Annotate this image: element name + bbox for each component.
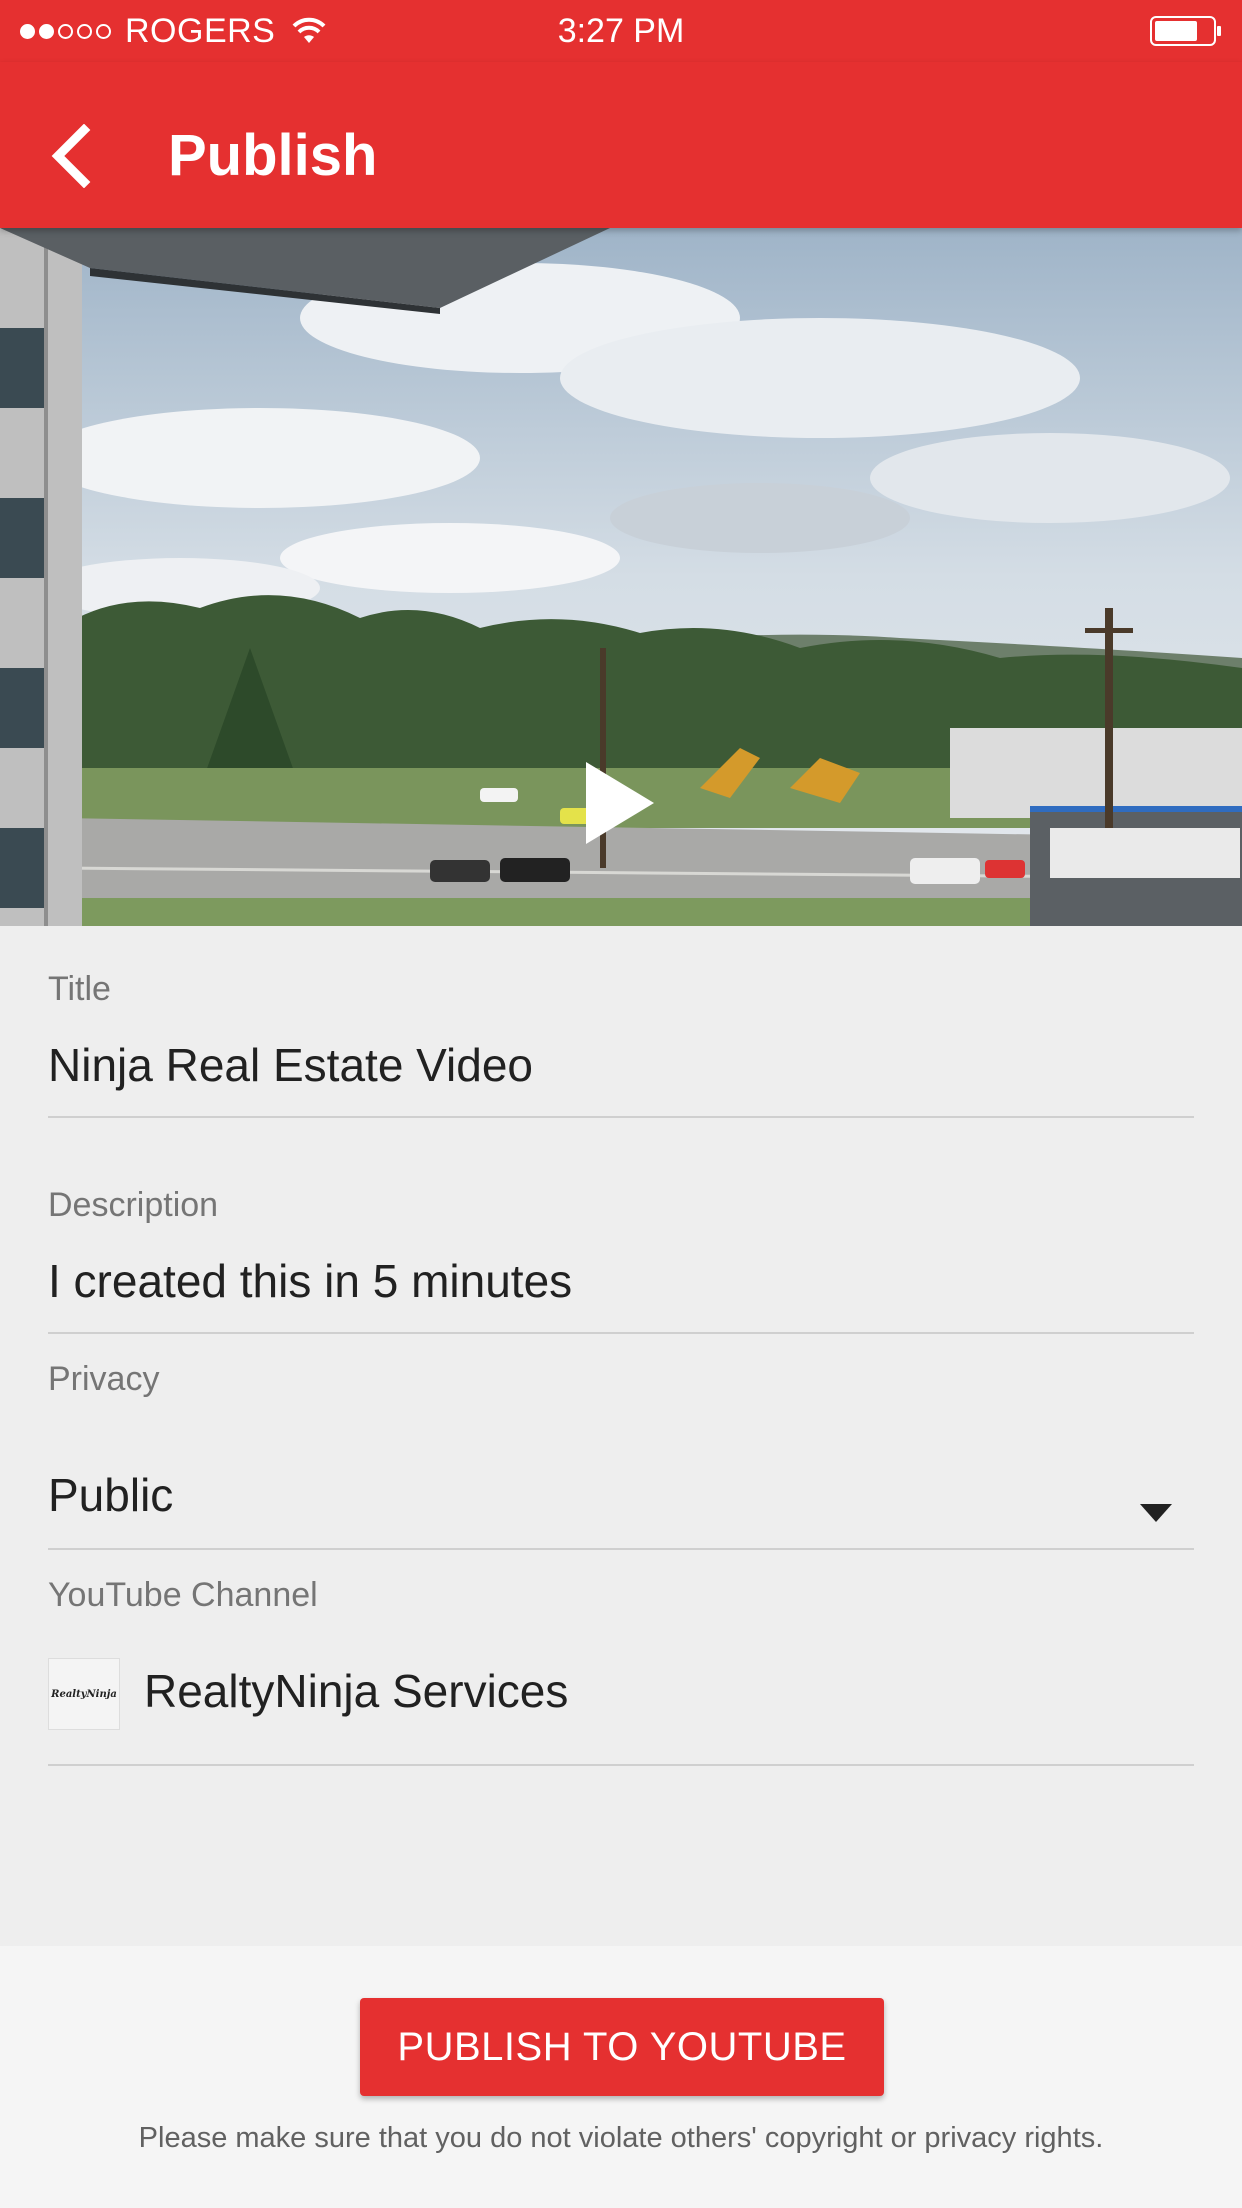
chevron-left-icon xyxy=(51,124,91,188)
title-label: Title xyxy=(48,970,111,1008)
channel-logo-text: RealtyNinja xyxy=(51,1688,117,1700)
clock: 3:27 PM xyxy=(557,12,685,50)
publish-to-youtube-button[interactable]: PUBLISH TO YOUTUBE xyxy=(360,1998,884,2096)
footer: PUBLISH TO YOUTUBE Please make sure that… xyxy=(0,1946,1242,2208)
title-field[interactable]: Ninja Real Estate Video xyxy=(48,1038,533,1092)
title-underline xyxy=(48,1116,1194,1118)
copyright-disclaimer: Please make sure that you do not violate… xyxy=(138,2122,1104,2154)
channel-name: RealtyNinja Services xyxy=(144,1665,569,1717)
privacy-label: Privacy xyxy=(48,1360,160,1398)
youtube-channel-selector[interactable]: RealtyNinja RealtyNinja Services xyxy=(48,1656,1194,1756)
privacy-underline xyxy=(48,1548,1194,1550)
channel-underline xyxy=(48,1764,1194,1766)
status-bar: ROGERS 3:27 PM xyxy=(0,0,1242,62)
video-preview[interactable] xyxy=(0,228,1242,926)
description-field[interactable]: I created this in 5 minutes xyxy=(48,1254,572,1308)
back-button[interactable] xyxy=(48,106,124,206)
description-label: Description xyxy=(48,1186,219,1224)
play-icon[interactable] xyxy=(580,758,660,848)
publish-form: Title Ninja Real Estate Video Descriptio… xyxy=(0,926,1242,1946)
app-bar: Publish xyxy=(0,62,1242,228)
channel-avatar: RealtyNinja xyxy=(48,1658,120,1730)
description-underline xyxy=(48,1332,1194,1334)
privacy-dropdown[interactable]: Public xyxy=(48,1446,1194,1546)
page-title: Publish xyxy=(168,123,378,188)
privacy-selected-value: Public xyxy=(48,1469,174,1521)
channel-label: YouTube Channel xyxy=(48,1576,318,1614)
caret-down-icon xyxy=(1140,1504,1172,1522)
battery-icon xyxy=(1150,16,1221,46)
